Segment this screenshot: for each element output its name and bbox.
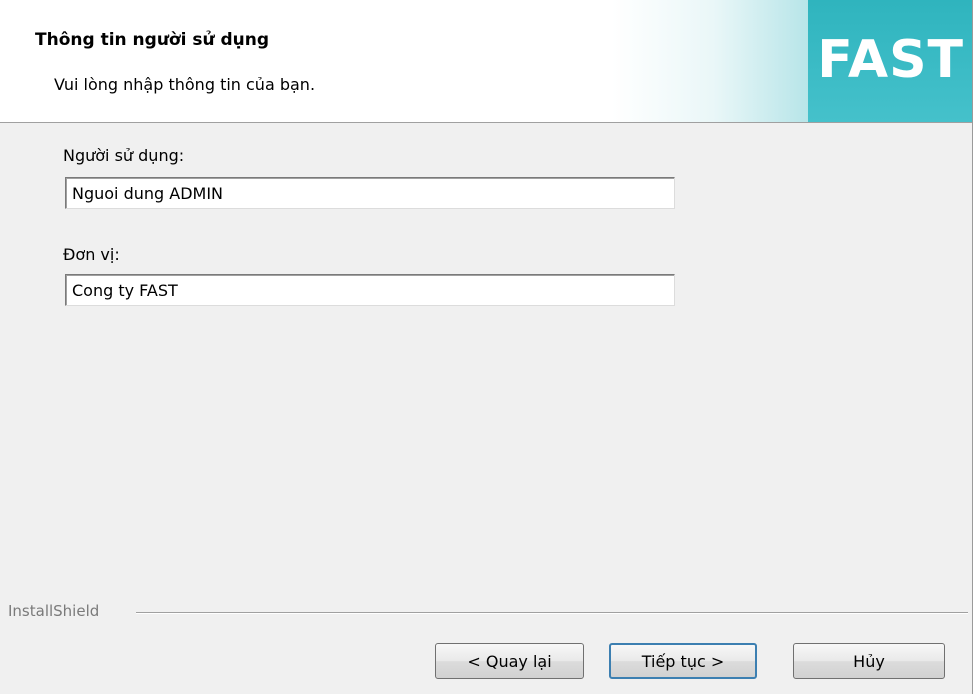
next-button[interactable]: Tiếp tục > <box>609 643 757 679</box>
page-subtitle: Vui lòng nhập thông tin của bạn. <box>54 75 316 94</box>
page-title: Thông tin người sử dụng <box>35 30 270 50</box>
installshield-group: InstallShield <box>8 600 968 624</box>
organization-input[interactable] <box>65 274 675 306</box>
dialog-header: Thông tin người sử dụng Vui lòng nhập th… <box>0 0 972 123</box>
cancel-button[interactable]: Hủy <box>793 643 945 679</box>
user-name-input[interactable] <box>65 177 675 209</box>
logo-text: FAST <box>817 30 964 90</box>
back-button[interactable]: < Quay lại <box>435 643 584 679</box>
header-banner: FAST <box>612 0 972 122</box>
fast-logo: FAST <box>808 0 972 122</box>
installer-dialog: Thông tin người sử dụng Vui lòng nhập th… <box>0 0 973 694</box>
group-divider <box>136 612 968 614</box>
installshield-label: InstallShield <box>8 602 100 620</box>
org-field-label: Đơn vị: <box>63 245 120 264</box>
user-field-label: Người sử dụng: <box>63 146 185 165</box>
